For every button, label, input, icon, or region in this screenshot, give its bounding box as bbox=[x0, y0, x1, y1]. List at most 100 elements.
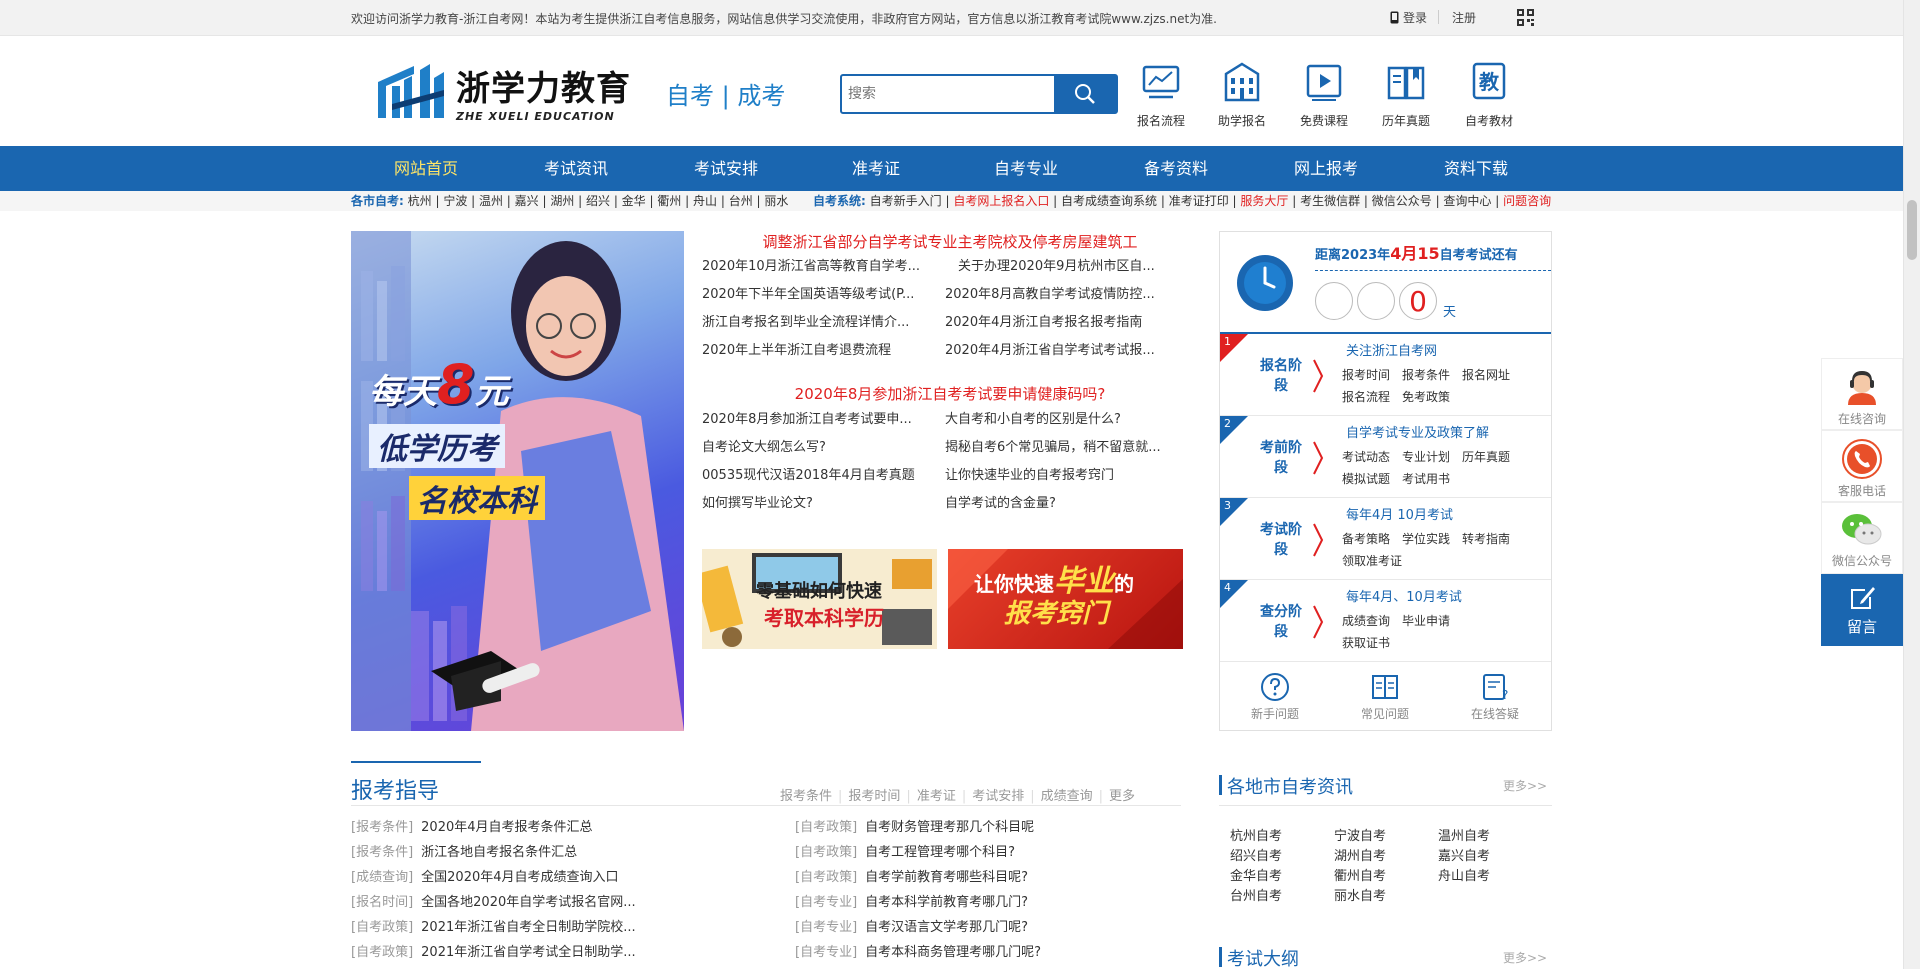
qrcode-icon[interactable] bbox=[1517, 9, 1534, 26]
guide-tab[interactable]: 报考时间 bbox=[848, 789, 900, 804]
city-link[interactable]: 嘉兴自考 bbox=[1438, 847, 1490, 867]
news-item[interactable]: 如何撰写毕业论文? bbox=[702, 490, 932, 518]
guide-row[interactable]: [自考专业] 自考汉语言文学考那几门呢? bbox=[795, 915, 1041, 940]
nav-item-downloads[interactable]: 资料下载 bbox=[1401, 146, 1551, 191]
news-item[interactable]: 揭秘自考6个常见骗局，稍不留意就... bbox=[945, 434, 1175, 462]
login-link[interactable]: 登录 bbox=[1390, 9, 1427, 26]
guide-link[interactable]: 自考学前教育考哪些科目呢? bbox=[865, 870, 1028, 885]
news-item[interactable]: 大自考和小自考的区别是什么? bbox=[945, 406, 1175, 434]
ad-banner-graduate[interactable]: 让你快速毕业的 报考窍门 bbox=[948, 549, 1183, 649]
guide-link[interactable]: 自考财务管理考那几个科目呢 bbox=[865, 820, 1034, 835]
guide-link[interactable]: 浙江各地自考报名条件汇总 bbox=[421, 845, 577, 860]
stage-link[interactable]: 领取准考证 bbox=[1342, 554, 1402, 568]
stage-link[interactable]: 成绩查询 bbox=[1342, 614, 1390, 628]
guide-link[interactable]: 全国各地2020年自学考试报名官网... bbox=[421, 895, 635, 910]
system-link-consult[interactable]: 问题咨询 bbox=[1503, 194, 1551, 208]
city-link[interactable]: 金华自考 bbox=[1230, 867, 1282, 887]
city-link[interactable]: 温州自考 bbox=[1438, 827, 1490, 847]
system-link[interactable]: | 自考成绩查询系统 | 准考证打印 | bbox=[1053, 194, 1236, 208]
stage-link[interactable]: 报考条件 bbox=[1402, 368, 1450, 382]
nav-item-prep-materials[interactable]: 备考资料 bbox=[1101, 146, 1251, 191]
nav-item-exam-news[interactable]: 考试资讯 bbox=[501, 146, 651, 191]
more-link[interactable]: 更多>> bbox=[1503, 949, 1547, 966]
stage-link[interactable]: 考试动态 bbox=[1342, 450, 1390, 464]
city-link[interactable]: 舟山自考 bbox=[1438, 867, 1490, 887]
city-link[interactable]: 宁波自考 bbox=[1334, 827, 1386, 847]
city-link[interactable]: 丽水自考 bbox=[1334, 887, 1386, 907]
help-newbie[interactable]: 新手问题 bbox=[1220, 672, 1330, 722]
news-item[interactable]: 2020年8月高教自学考试疫情防控... bbox=[945, 281, 1175, 309]
news-item[interactable]: 00535现代汉语2018年4月自考真题 bbox=[702, 462, 932, 490]
guide-link[interactable]: 2021年浙江省自考全日制助学院校... bbox=[421, 920, 635, 935]
news-item[interactable]: 2020年上半年浙江自考退费流程 bbox=[702, 337, 932, 365]
stage-link[interactable]: 学位实践 bbox=[1402, 532, 1450, 546]
quick-link-textbooks[interactable]: 教 自考教材 bbox=[1454, 60, 1524, 129]
city-list[interactable]: 杭州 | 宁波 | 温州 | 嘉兴 | 湖州 | 绍兴 | 金华 | 衢州 | … bbox=[408, 194, 789, 208]
news-item[interactable]: 关于办理2020年9月杭州市区自... bbox=[958, 253, 1188, 281]
nav-item-home[interactable]: 网站首页 bbox=[351, 146, 501, 191]
stage-link[interactable]: 毕业申请 bbox=[1402, 614, 1450, 628]
system-link-service-hall[interactable]: 服务大厅 bbox=[1240, 194, 1288, 208]
system-link-register[interactable]: 自考网上报名入口 bbox=[953, 194, 1049, 208]
promo-banner[interactable]: 每天8元 低学历考 名校本科 bbox=[351, 231, 684, 731]
stage-title[interactable]: 每年4月 10月考试 bbox=[1346, 504, 1453, 523]
guide-tab[interactable]: 考试安排 bbox=[972, 789, 1024, 804]
city-link[interactable]: 衢州自考 bbox=[1334, 867, 1386, 887]
guide-link[interactable]: 2020年4月自考报考条件汇总 bbox=[421, 820, 592, 835]
guide-link[interactable]: 全国2020年4月自考成绩查询入口 bbox=[421, 870, 618, 885]
search-input[interactable] bbox=[842, 76, 1054, 112]
news-item[interactable]: 浙江自考报名到毕业全流程详情介... bbox=[702, 309, 932, 337]
guide-link[interactable]: 自考本科商务管理考哪几门呢? bbox=[865, 945, 1041, 960]
news-item[interactable]: 2020年10月浙江省高等教育自学考... bbox=[702, 253, 932, 281]
news-item[interactable]: 自考论文大纲怎么写? bbox=[702, 434, 932, 462]
system-link[interactable]: | 考生微信群 | 微信公众号 | 查询中心 | bbox=[1292, 194, 1499, 208]
nav-item-majors[interactable]: 自考专业 bbox=[951, 146, 1101, 191]
guide-row[interactable]: [报考条件] 浙江各地自考报名条件汇总 bbox=[351, 840, 636, 865]
news-item[interactable]: 2020年4月浙江自考报名报考指南 bbox=[945, 309, 1175, 337]
stage-link[interactable]: 报名流程 bbox=[1342, 390, 1390, 404]
headline-2[interactable]: 2020年8月参加浙江自考考试要申请健康码吗? bbox=[710, 383, 1190, 404]
quick-link-signup-flow[interactable]: 报名流程 bbox=[1126, 60, 1196, 129]
stage-link[interactable]: 报考时间 bbox=[1342, 368, 1390, 382]
guide-row[interactable]: [自考政策] 自考工程管理考哪个科目? bbox=[795, 840, 1041, 865]
news-item[interactable]: 2020年4月浙江省自学考试考试报... bbox=[945, 337, 1175, 365]
guide-link[interactable]: 自考工程管理考哪个科目? bbox=[865, 845, 1015, 860]
guide-tab[interactable]: 报考条件 bbox=[780, 789, 832, 804]
register-link[interactable]: 注册 bbox=[1452, 9, 1476, 26]
stage-link[interactable]: 免考政策 bbox=[1402, 390, 1450, 404]
nav-item-online-register[interactable]: 网上报考 bbox=[1251, 146, 1401, 191]
page-scrollbar[interactable] bbox=[1903, 0, 1920, 969]
news-item[interactable]: 让你快速毕业的自考报考窍门 bbox=[945, 462, 1175, 490]
city-link[interactable]: 绍兴自考 bbox=[1230, 847, 1282, 867]
stage-title[interactable]: 关注浙江自考网 bbox=[1346, 340, 1437, 359]
help-faq[interactable]: 常见问题 bbox=[1330, 672, 1440, 722]
city-link[interactable]: 湖州自考 bbox=[1334, 847, 1386, 867]
guide-tab-more[interactable]: 更多 bbox=[1109, 789, 1135, 804]
guide-row[interactable]: [报名时间] 全国各地2020年自学考试报名官网... bbox=[351, 890, 636, 915]
news-item[interactable]: 2020年8月参加浙江自考考试要申... bbox=[702, 406, 932, 434]
guide-row[interactable]: [自考专业] 自考本科商务管理考哪几门呢? bbox=[795, 940, 1041, 965]
stage-link[interactable]: 获取证书 bbox=[1342, 636, 1390, 650]
city-link[interactable]: 台州自考 bbox=[1230, 887, 1282, 907]
guide-link[interactable]: 自考本科学前教育考哪几门? bbox=[865, 895, 1028, 910]
stage-title[interactable]: 自学考试专业及政策了解 bbox=[1346, 422, 1489, 441]
nav-item-exam-schedule[interactable]: 考试安排 bbox=[651, 146, 801, 191]
guide-row[interactable]: [自考政策] 自考学前教育考哪些科目呢? bbox=[795, 865, 1041, 890]
guide-row[interactable]: [自考政策] 2021年浙江省自学考试全日制助学... bbox=[351, 940, 636, 965]
ad-banner-learn[interactable]: 零基础如何快速 考取本科学历 bbox=[702, 549, 937, 649]
stage-link[interactable]: 考试用书 bbox=[1402, 472, 1450, 486]
scrollbar-thumb[interactable] bbox=[1907, 200, 1917, 260]
more-link[interactable]: 更多>> bbox=[1503, 777, 1547, 794]
stage-link[interactable]: 报名网址 bbox=[1462, 368, 1510, 382]
stage-link[interactable]: 备考策略 bbox=[1342, 532, 1390, 546]
leave-message-button[interactable]: 留言 bbox=[1821, 574, 1903, 646]
guide-tab[interactable]: 成绩查询 bbox=[1041, 789, 1093, 804]
guide-row[interactable]: [报考条件] 2020年4月自考报考条件汇总 bbox=[351, 815, 636, 840]
nav-item-admission-ticket[interactable]: 准考证 bbox=[801, 146, 951, 191]
guide-row[interactable]: [成绩查询] 全国2020年4月自考成绩查询入口 bbox=[351, 865, 636, 890]
news-item[interactable]: 自学考试的含金量? bbox=[945, 490, 1175, 518]
quick-link-assisted-signup[interactable]: 助学报名 bbox=[1207, 60, 1277, 129]
quick-link-free-course[interactable]: 免费课程 bbox=[1289, 60, 1359, 129]
stage-link[interactable]: 专业计划 bbox=[1402, 450, 1450, 464]
news-item[interactable]: 2020年下半年全国英语等级考试(P... bbox=[702, 281, 932, 309]
